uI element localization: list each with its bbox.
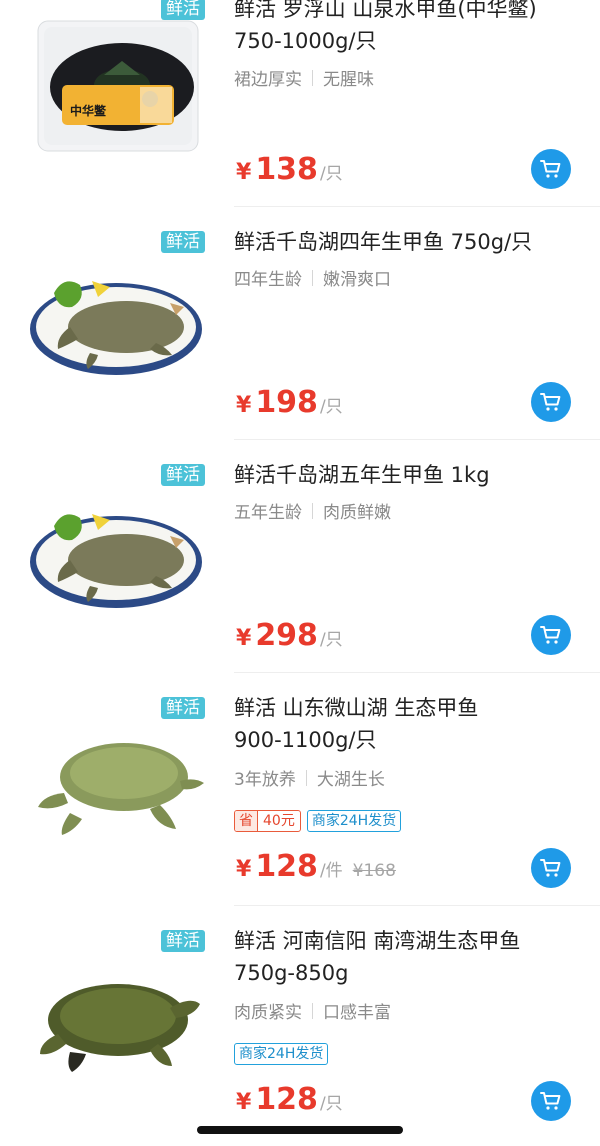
- product-title[interactable]: 鲜活 山东微山湖 生态甲鱼 900-1100g/只: [234, 692, 584, 756]
- fresh-tag: 鲜活: [161, 930, 205, 952]
- product-card[interactable]: 中华鳖 鲜活 鲜活 罗浮山 山泉水甲鱼(中华鳖) 750-1000g/只 裙边厚…: [0, 0, 600, 207]
- product-image[interactable]: [30, 733, 208, 883]
- price: ¥ 128 /只: [236, 1082, 343, 1117]
- feature-1: 肉质紧实: [234, 1003, 302, 1023]
- product-card[interactable]: 鲜活 鲜活千岛湖五年生甲鱼 1kg 五年生龄 肉质鲜嫩 ¥ 298 /只: [0, 440, 600, 673]
- home-indicator[interactable]: [197, 1126, 403, 1134]
- price: ¥ 198 /只: [236, 385, 343, 420]
- shipping-badge: 商家24H发货: [234, 1043, 329, 1065]
- price: ¥ 138 /只: [236, 152, 343, 187]
- price-value: 128: [255, 849, 318, 884]
- fresh-tag: 鲜活: [161, 0, 205, 20]
- feature-2: 大湖生长: [316, 770, 385, 790]
- currency-symbol: ¥: [236, 857, 252, 882]
- currency-symbol: ¥: [236, 160, 252, 185]
- save-badge: 省 40元: [234, 810, 301, 832]
- product-card[interactable]: 鲜活 鲜活 山东微山湖 生态甲鱼 900-1100g/只 3年放养 大湖生长 省…: [0, 673, 600, 906]
- product-image[interactable]: [30, 966, 208, 1116]
- package-label: 中华鳖: [70, 104, 107, 118]
- product-features: 肉质紧实 口感丰富: [234, 998, 391, 1023]
- price-value: 128: [255, 1082, 318, 1117]
- original-price: ¥168: [352, 861, 396, 881]
- cart-icon: [540, 1092, 561, 1110]
- save-badge-value: 40元: [257, 811, 300, 831]
- product-image[interactable]: [30, 496, 208, 646]
- feature-2: 无腥味: [323, 70, 374, 90]
- product-title[interactable]: 鲜活 罗浮山 山泉水甲鱼(中华鳖) 750-1000g/只: [234, 0, 584, 57]
- feature-separator: [305, 769, 307, 786]
- feature-2: 口感丰富: [323, 1003, 391, 1023]
- price: ¥ 128 /件 ¥168: [236, 849, 396, 884]
- feature-2: 肉质鲜嫩: [323, 503, 391, 523]
- product-features: 裙边厚实 无腥味: [234, 65, 374, 90]
- currency-symbol: ¥: [236, 393, 252, 418]
- fresh-tag: 鲜活: [161, 231, 205, 253]
- price-value: 198: [255, 385, 318, 420]
- product-list: 中华鳖 鲜活 鲜活 罗浮山 山泉水甲鱼(中华鳖) 750-1000g/只 裙边厚…: [0, 0, 600, 1146]
- product-image[interactable]: 中华鳖: [30, 15, 208, 165]
- feature-2: 嫩滑爽口: [323, 270, 391, 290]
- price: ¥ 298 /只: [236, 618, 343, 653]
- product-features: 五年生龄 肉质鲜嫩: [234, 498, 391, 523]
- cart-icon: [540, 859, 561, 877]
- promo-badges: 商家24H发货: [234, 1043, 329, 1065]
- product-features: 3年放养 大湖生长: [234, 765, 385, 790]
- product-title[interactable]: 鲜活千岛湖五年生甲鱼 1kg: [234, 459, 584, 491]
- fresh-tag: 鲜活: [161, 697, 205, 719]
- add-to-cart-button[interactable]: [531, 848, 571, 888]
- promo-badges: 省 40元 商家24H发货: [234, 810, 402, 832]
- add-to-cart-button[interactable]: [531, 615, 571, 655]
- feature-separator: [312, 502, 313, 519]
- currency-symbol: ¥: [236, 626, 252, 651]
- fresh-tag: 鲜活: [161, 464, 205, 486]
- price-value: 298: [255, 618, 318, 653]
- add-to-cart-button[interactable]: [531, 149, 571, 189]
- add-to-cart-button[interactable]: [531, 1081, 571, 1121]
- feature-1: 五年生龄: [234, 503, 302, 523]
- product-image[interactable]: [30, 263, 208, 413]
- product-card[interactable]: 鲜活 鲜活千岛湖四年生甲鱼 750g/只 四年生龄 嫩滑爽口 ¥ 198 /只: [0, 207, 600, 440]
- add-to-cart-button[interactable]: [531, 382, 571, 422]
- price-unit: /只: [319, 1094, 343, 1114]
- feature-separator: [312, 269, 313, 286]
- price-unit: /只: [319, 630, 343, 650]
- feature-1: 3年放养: [234, 770, 296, 790]
- feature-1: 四年生龄: [234, 270, 302, 290]
- cart-icon: [540, 160, 561, 178]
- feature-separator: [312, 69, 313, 86]
- shipping-badge: 商家24H发货: [306, 810, 402, 832]
- product-title[interactable]: 鲜活千岛湖四年生甲鱼 750g/只: [234, 226, 584, 258]
- price-unit: /只: [319, 397, 343, 417]
- product-title[interactable]: 鲜活 河南信阳 南湾湖生态甲鱼 750g-850g: [234, 925, 584, 989]
- price-unit: /件: [319, 861, 343, 881]
- price-value: 138: [255, 152, 318, 187]
- feature-separator: [312, 1002, 313, 1019]
- feature-1: 裙边厚实: [234, 70, 302, 90]
- product-features: 四年生龄 嫩滑爽口: [234, 265, 391, 290]
- cart-icon: [540, 626, 561, 644]
- currency-symbol: ¥: [236, 1090, 252, 1115]
- save-badge-label: 省: [235, 811, 257, 831]
- price-unit: /只: [319, 164, 343, 184]
- product-card[interactable]: 鲜活 鲜活 河南信阳 南湾湖生态甲鱼 750g-850g 肉质紧实 口感丰富 商…: [0, 906, 600, 1146]
- cart-icon: [540, 393, 561, 411]
